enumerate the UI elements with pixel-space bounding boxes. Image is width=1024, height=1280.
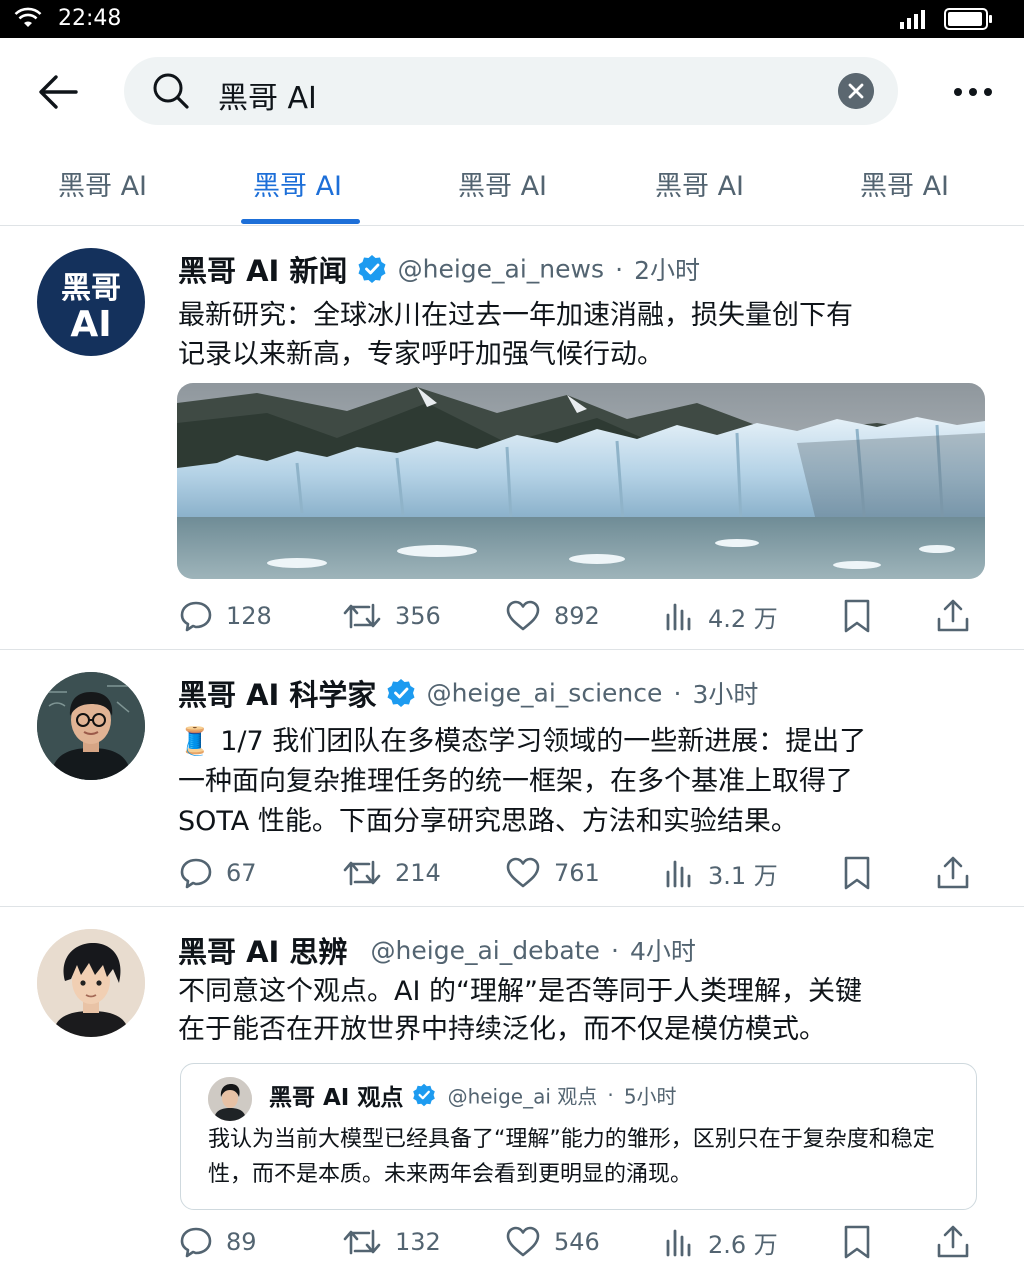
reply-icon: [180, 1227, 212, 1258]
author-handle[interactable]: @heige_ai_debate: [371, 936, 600, 965]
bookmark-icon: [844, 599, 870, 633]
signal-icon: [900, 10, 925, 29]
active-tab-indicator: [241, 219, 360, 224]
bookmark-button[interactable]: [842, 853, 886, 893]
repost-button[interactable]: 214: [343, 853, 441, 893]
repost-icon: [343, 603, 381, 629]
tab-1[interactable]: 黑哥 AI: [58, 164, 147, 203]
repost-button[interactable]: 356: [343, 596, 441, 636]
svg-text:黑哥: 黑哥: [61, 271, 121, 306]
status-bar: 22:48: [0, 0, 1024, 38]
search-query: 黑哥 AI: [218, 81, 317, 116]
post-time: 4小时: [629, 937, 696, 966]
post-science[interactable]: 黑哥 AI 科学家 @heige_ai_science · 3小时 🧵 1/7 …: [0, 650, 1024, 907]
share-icon: [937, 599, 969, 632]
avatar[interactable]: [37, 929, 145, 1037]
quoted-post[interactable]: 黑哥 AI 观点 @heige_ai 观点 · 5小时 我认为当前大模型已经具备…: [180, 1063, 977, 1210]
back-arrow-icon[interactable]: [34, 68, 82, 116]
views-chart-icon: [666, 860, 691, 888]
post-actions: 89 132 546 2.6 万: [0, 1222, 1024, 1262]
post-actions: 67 214 761 3.1 万: [0, 853, 1024, 893]
heart-icon: [506, 1226, 540, 1257]
author-handle[interactable]: @heige_ai_science: [427, 679, 663, 708]
clear-search-icon[interactable]: [838, 73, 874, 109]
verified-badge-icon: [387, 679, 415, 707]
more-options-icon[interactable]: [950, 74, 996, 110]
search-header: 黑哥 AI: [0, 38, 1024, 146]
share-button[interactable]: [936, 596, 984, 636]
post-header: 黑哥 AI 思辨 @heige_ai_debate · 4小时: [178, 935, 696, 969]
views-chart-icon: [666, 1229, 691, 1257]
post-text: 最新研究：全球冰川在过去一年加速消融，损失量创下有记录以来新高，专家呼吁加强气候…: [178, 300, 853, 370]
share-button[interactable]: [936, 1222, 984, 1262]
reply-button[interactable]: 89: [180, 1222, 257, 1262]
person-icon: [208, 1077, 252, 1121]
quoted-author-name: 黑哥 AI 观点: [269, 1085, 404, 1111]
quoted-text: 我认为当前大模型已经具备了“理解”能力的雏形，区别只在于复杂度和稳定性，而不是本…: [208, 1127, 935, 1187]
repost-icon: [343, 860, 381, 886]
share-icon: [937, 1225, 969, 1258]
author-handle[interactable]: @heige_ai_news: [398, 255, 604, 284]
like-button[interactable]: 892: [506, 596, 600, 636]
quoted-post-time: 5小时: [623, 1084, 677, 1109]
bookmark-button[interactable]: [842, 596, 886, 636]
share-icon: [937, 856, 969, 889]
quoted-author-handle: @heige_ai 观点: [447, 1084, 598, 1109]
verified-badge-icon: [413, 1083, 436, 1107]
glacier-photo[interactable]: [177, 383, 985, 579]
bookmark-icon: [844, 856, 870, 890]
author-name[interactable]: 黑哥 AI 新闻: [178, 254, 347, 288]
svg-text:AI: AI: [70, 304, 111, 345]
post-news[interactable]: 黑哥 AI 黑哥 AI 新闻 @heige_ai_news · 2小时 最新研究…: [0, 226, 1024, 650]
like-button[interactable]: 546: [506, 1222, 600, 1262]
quoted-header: 黑哥 AI 观点 @heige_ai 观点 · 5小时: [269, 1083, 677, 1111]
reply-button[interactable]: 128: [180, 596, 272, 636]
post-debate[interactable]: 黑哥 AI 思辨 @heige_ai_debate · 4小时 不同意这个观点。…: [0, 907, 1024, 1280]
heart-icon: [506, 857, 540, 888]
post-text: 不同意这个观点。AI 的“理解”是否等同于人类理解，关键在于能否在开放世界中持续…: [178, 976, 862, 1045]
views-button[interactable]: 3.1 万: [664, 853, 778, 893]
tab-2[interactable]: 黑哥 AI: [253, 164, 342, 203]
repost-icon: [343, 1229, 381, 1255]
like-button[interactable]: 761: [506, 853, 600, 893]
news-logo-icon: 黑哥 AI: [61, 271, 121, 345]
share-button[interactable]: [936, 853, 984, 893]
post-text: 🧵 1/7 我们团队在多模态学习领域的一些新进展：提出了一种面向复杂推理任务的统…: [178, 726, 867, 837]
post-time: 2小时: [634, 256, 701, 285]
person-glasses-icon: [37, 672, 145, 780]
views-chart-icon: [666, 603, 691, 631]
bookmark-icon: [844, 1225, 870, 1259]
wifi-icon: [14, 7, 42, 27]
search-icon: [153, 73, 189, 109]
avatar[interactable]: 黑哥 AI: [37, 248, 145, 356]
bookmark-button[interactable]: [842, 1222, 886, 1262]
repost-button[interactable]: 132: [343, 1222, 441, 1262]
heart-icon: [506, 600, 540, 631]
avatar[interactable]: [37, 672, 145, 780]
quoted-avatar: [208, 1077, 252, 1121]
tab-5[interactable]: 黑哥 AI: [860, 164, 949, 203]
tab-bar: 黑哥 AI 黑哥 AI 黑哥 AI 黑哥 AI 黑哥 AI: [0, 146, 1024, 226]
views-button[interactable]: 4.2 万: [664, 596, 778, 636]
post-time: 3小时: [692, 680, 759, 709]
verified-badge-icon: [358, 255, 386, 283]
battery-icon: [944, 8, 992, 30]
reply-icon: [180, 858, 212, 889]
author-name[interactable]: 黑哥 AI 思辨: [178, 935, 347, 969]
clock: 22:48: [58, 6, 122, 31]
reply-button[interactable]: 67: [180, 853, 257, 893]
post-header: 黑哥 AI 科学家 @heige_ai_science · 3小时: [178, 678, 759, 712]
author-name[interactable]: 黑哥 AI 科学家: [178, 678, 376, 712]
tab-4[interactable]: 黑哥 AI: [655, 164, 744, 203]
views-button[interactable]: 2.6 万: [664, 1222, 778, 1262]
anime-person-icon: [37, 929, 145, 1037]
search-input[interactable]: 黑哥 AI: [124, 57, 898, 125]
reply-icon: [180, 601, 212, 632]
tab-3[interactable]: 黑哥 AI: [458, 164, 547, 203]
post-actions: 128 356 892 4.2 万: [0, 596, 1024, 636]
post-header: 黑哥 AI 新闻 @heige_ai_news · 2小时: [178, 254, 701, 288]
